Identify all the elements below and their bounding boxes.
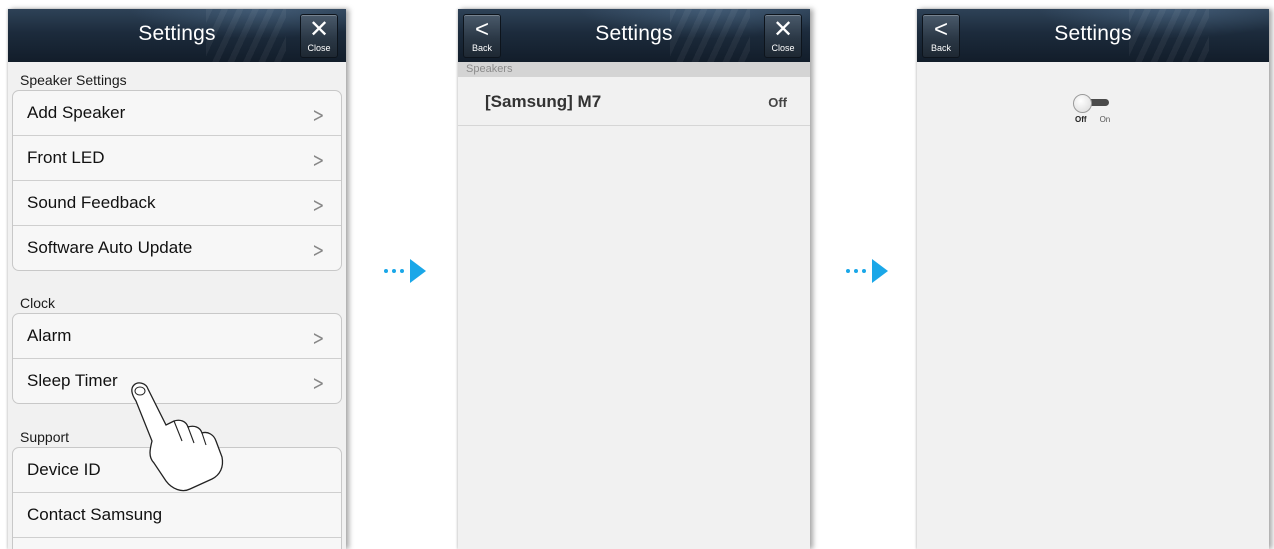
section-label-support: Support	[20, 429, 70, 445]
toggle-on-label: On	[1099, 115, 1111, 124]
close-label: Close	[307, 43, 331, 53]
speaker-row[interactable]: [Samsung] M7 Off	[458, 77, 810, 126]
section-label-speaker-settings: Speaker Settings	[20, 72, 127, 88]
chevron-right-icon: >	[312, 371, 325, 395]
page-title: Settings	[1054, 22, 1132, 45]
row-label: Sound Feedback	[27, 193, 156, 212]
row-label: Software Auto Update	[27, 238, 193, 257]
section-label-clock: Clock	[20, 295, 56, 311]
chevron-right-icon: >	[312, 238, 325, 262]
speaker-state: Off	[768, 95, 787, 110]
on-off-toggle[interactable]	[1069, 93, 1121, 115]
settings-row-alarm[interactable]: Alarm >	[13, 314, 341, 359]
chevron-right-icon: >	[312, 103, 325, 127]
page-title: Settings	[138, 22, 216, 45]
settings-row-contact-samsung[interactable]: Contact Samsung	[13, 493, 341, 538]
toggle-knob[interactable]	[1073, 94, 1092, 113]
tap-hand-icon	[131, 382, 224, 492]
close-icon: ✕	[308, 16, 330, 43]
section-header-speakers: Speakers	[458, 62, 810, 77]
row-label: Device ID	[27, 460, 101, 479]
settings-screen-speakers: < Back Settings ✕ Close Speakers [Samsun…	[458, 9, 810, 549]
close-icon: ✕	[772, 16, 794, 43]
row-label: Sleep Timer	[27, 371, 118, 390]
chevron-right-icon: >	[312, 193, 325, 217]
close-button[interactable]: ✕ Close	[300, 14, 338, 58]
toggle-off-label: Off	[1075, 115, 1087, 124]
close-button[interactable]: ✕ Close	[764, 14, 802, 58]
speaker-settings-group: Add Speaker > Front LED > Sound Feedback…	[12, 90, 342, 271]
row-label: Alarm	[27, 326, 72, 345]
flow-arrow-icon	[846, 259, 898, 283]
nav-bar: Settings ✕ Close	[8, 9, 346, 62]
row-label: Contact Samsung	[27, 505, 163, 524]
toggle-labels: Off On	[1075, 115, 1123, 124]
page-title: Settings	[595, 22, 673, 45]
settings-row-add-speaker[interactable]: Add Speaker >	[13, 91, 341, 136]
flow-arrow-icon	[384, 259, 436, 283]
settings-screen-main: Settings ✕ Close Speaker Settings Add Sp…	[8, 9, 346, 549]
chevron-right-icon: >	[312, 326, 325, 350]
speaker-name: [Samsung] M7	[485, 92, 602, 111]
settings-screen-toggle: < Back Settings Off On	[917, 9, 1269, 549]
row-label: Add Speaker	[27, 103, 126, 122]
nav-bar: < Back Settings	[917, 9, 1269, 62]
row-label: Front LED	[27, 148, 105, 167]
settings-row-front-led[interactable]: Front LED >	[13, 136, 341, 181]
chevron-right-icon: >	[312, 148, 325, 172]
close-label: Close	[771, 43, 795, 53]
nav-bar: < Back Settings ✕ Close	[458, 9, 810, 62]
settings-row-sound-feedback[interactable]: Sound Feedback >	[13, 181, 341, 226]
settings-row-software-auto-update[interactable]: Software Auto Update >	[13, 226, 341, 270]
